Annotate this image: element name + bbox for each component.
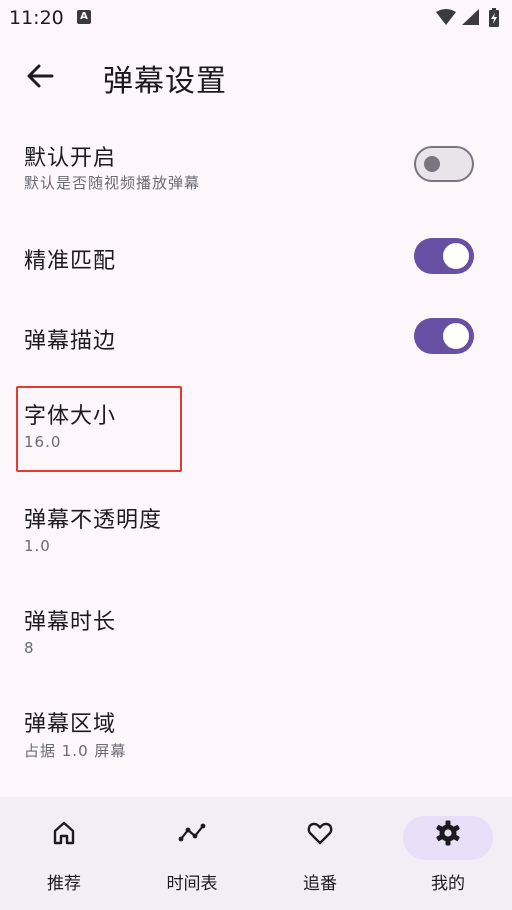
nav-item-mine[interactable]: 我的: [384, 797, 512, 910]
setting-value: 1.0: [24, 537, 51, 555]
highlight-box: [16, 386, 182, 472]
switch-knob: [424, 156, 440, 172]
battery-icon: [489, 8, 499, 27]
switch-knob: [443, 243, 469, 269]
default-enable-switch[interactable]: [414, 146, 474, 182]
wifi-icon: [436, 9, 456, 25]
setting-danmaku-area[interactable]: 弹幕区域 占据 1.0 屏幕: [0, 696, 512, 780]
nav-item-follow[interactable]: 追番: [256, 797, 384, 910]
arrow-left-icon[interactable]: [22, 58, 58, 94]
setting-danmaku-duration[interactable]: 弹幕时长 8: [0, 594, 512, 678]
home-icon: [53, 821, 75, 845]
switch-knob: [443, 323, 469, 349]
setting-title: 默认开启: [24, 146, 117, 171]
danmaku-stroke-switch[interactable]: [414, 318, 474, 354]
setting-precise-match[interactable]: 精准匹配: [0, 225, 512, 289]
status-icons: [436, 8, 499, 27]
timeline-icon: [178, 823, 206, 842]
nav-item-timeline[interactable]: 时间表: [128, 797, 256, 910]
signal-icon: [462, 9, 479, 25]
setting-title: 弹幕描边: [24, 329, 117, 354]
nav-label: 追番: [303, 874, 337, 894]
setting-subtitle: 默认是否随视频播放弹幕: [24, 174, 201, 192]
nav-label: 时间表: [166, 874, 218, 894]
setting-default-enable[interactable]: 默认开启 默认是否随视频播放弹幕: [0, 130, 512, 210]
setting-title: 精准匹配: [24, 249, 117, 274]
setting-danmaku-stroke[interactable]: 弹幕描边: [0, 305, 512, 369]
setting-title: 弹幕不透明度: [24, 508, 163, 533]
a-icon: A: [77, 10, 91, 24]
bottom-navigation: 推荐 时间表 追番 我的: [0, 797, 512, 910]
gear-icon: [436, 820, 460, 846]
status-bar: 11:20 A: [0, 0, 512, 34]
setting-title: 弹幕区域: [24, 712, 117, 737]
setting-value: 8: [24, 639, 35, 657]
setting-danmaku-opacity[interactable]: 弹幕不透明度 1.0: [0, 492, 512, 576]
precise-match-switch[interactable]: [414, 238, 474, 274]
app-bar: 弹幕设置: [0, 40, 512, 112]
status-time: 11:20: [9, 7, 64, 29]
heart-icon: [307, 822, 333, 845]
setting-value: 占据 1.0 屏幕: [24, 742, 127, 760]
nav-label: 我的: [431, 874, 465, 894]
page-title: 弹幕设置: [103, 64, 227, 99]
setting-title: 弹幕时长: [24, 610, 117, 635]
nav-item-recommend[interactable]: 推荐: [0, 797, 128, 910]
nav-label: 推荐: [47, 874, 81, 894]
